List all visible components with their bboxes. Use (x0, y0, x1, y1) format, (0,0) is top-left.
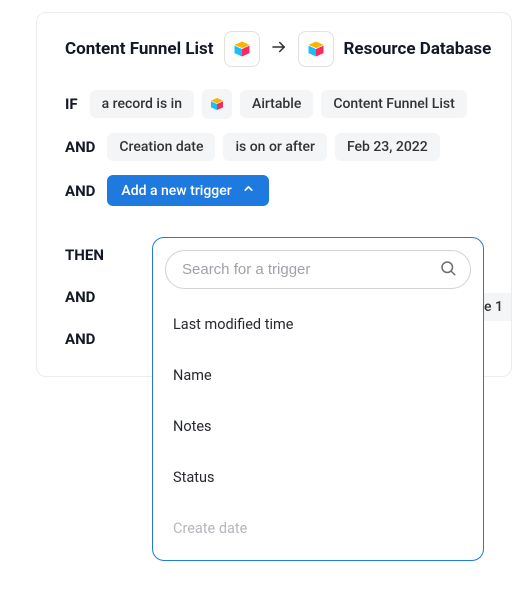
arrow-right-icon (270, 38, 288, 61)
dest-app-icon-box (298, 31, 334, 67)
keyword-and: AND (65, 330, 95, 348)
trigger-pill-table[interactable]: Content Funnel List (321, 90, 466, 118)
dropdown-item[interactable]: Notes (165, 401, 471, 452)
source-title: Content Funnel List (65, 39, 214, 59)
airtable-icon (209, 96, 225, 112)
dropdown-item[interactable]: Last modified time (165, 299, 471, 350)
dropdown-item-disabled: Create date (165, 503, 471, 554)
keyword-if: IF (65, 95, 78, 113)
trigger-pill-app[interactable]: Airtable (240, 90, 313, 118)
dropdown-item[interactable]: Name (165, 350, 471, 401)
header: Content Funnel List (53, 31, 495, 67)
field-pill[interactable]: Creation date (107, 133, 215, 161)
trigger-dropdown: Last modified time Name Notes Status Cre… (152, 237, 484, 561)
rule-and-2: AND Add a new trigger (53, 175, 495, 206)
keyword-then: THEN (65, 246, 104, 264)
airtable-icon (306, 39, 326, 59)
dropdown-item[interactable]: Status (165, 452, 471, 503)
add-trigger-button[interactable]: Add a new trigger (107, 175, 268, 206)
chevron-up-icon (242, 182, 255, 199)
keyword-and: AND (65, 138, 95, 156)
source-app-icon-box (224, 31, 260, 67)
value-pill[interactable]: Feb 23, 2022 (335, 133, 440, 161)
trigger-pill-condition[interactable]: a record is in (90, 90, 194, 118)
search-input[interactable] (165, 250, 471, 289)
rule-if: IF a record is in Airtable Content Funne… (53, 89, 495, 119)
airtable-icon (232, 39, 252, 59)
rule-and-1: AND Creation date is on or after Feb 23,… (53, 133, 495, 161)
keyword-and: AND (65, 288, 95, 306)
automation-card: Content Funnel List (36, 12, 512, 377)
operator-pill[interactable]: is on or after (223, 133, 326, 161)
search-icon (439, 259, 457, 281)
trigger-pill-app-icon[interactable] (202, 89, 232, 119)
search-wrap (165, 250, 471, 289)
keyword-and: AND (65, 182, 95, 200)
add-trigger-label: Add a new trigger (121, 183, 231, 199)
dest-title: Resource Database (344, 39, 492, 59)
